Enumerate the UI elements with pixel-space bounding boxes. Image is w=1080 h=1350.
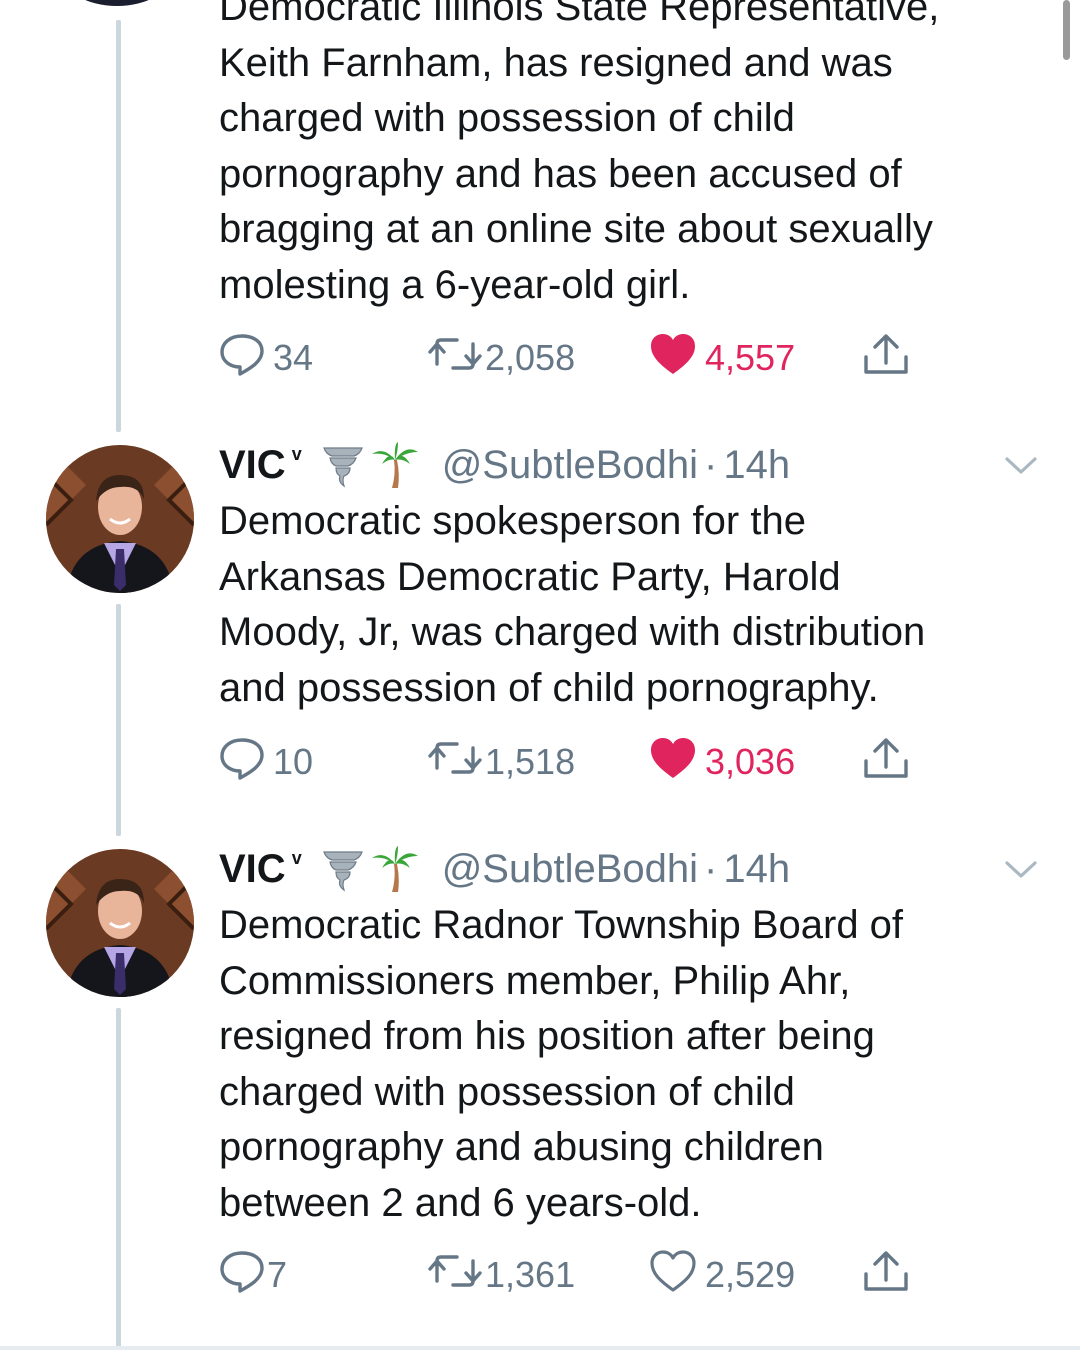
divider: [0, 1346, 1080, 1350]
display-name[interactable]: VIC: [219, 443, 286, 488]
palm-tree-emoji: [370, 440, 420, 490]
display-name[interactable]: VIC: [219, 847, 286, 892]
reply-button[interactable]: 10: [219, 736, 314, 789]
tornado-emoji: [320, 442, 366, 488]
tweet-text: Democratic Illinois State Representative…: [219, 0, 940, 307]
like-button[interactable]: 2,529: [649, 1249, 796, 1302]
like-button[interactable]: 3,036: [649, 736, 796, 789]
retweet-button[interactable]: 2,058: [427, 334, 575, 382]
retweet-icon: [427, 1251, 483, 1300]
avatar-previous[interactable]: [62, 0, 172, 6]
chevron-down-icon[interactable]: [1004, 859, 1038, 881]
retweet-button[interactable]: 1,518: [427, 738, 575, 786]
avatar[interactable]: [46, 849, 194, 997]
tweet-actions: 10 1,518 3,036: [219, 736, 919, 789]
like-button[interactable]: 4,557: [649, 332, 796, 385]
tweet-header: VIC v @SubtleBodhi · 14h: [219, 440, 790, 490]
share-button[interactable]: [861, 1250, 911, 1299]
reply-button[interactable]: 34: [219, 332, 314, 385]
retweet-count: 2,058: [485, 337, 576, 378]
share-button[interactable]: [861, 737, 911, 786]
scrollbar[interactable]: [1063, 0, 1070, 60]
share-icon: [861, 735, 911, 790]
like-count: 3,036: [705, 741, 796, 782]
heart-icon: [649, 332, 697, 385]
tweet-text: Democratic Radnor Township Board of Comm…: [219, 903, 904, 1225]
reply-icon: [219, 736, 265, 789]
separator-dot: ·: [704, 846, 718, 891]
heart-icon: [649, 736, 697, 789]
tweet-actions: 34 2,058 4,557: [219, 332, 919, 385]
reply-button[interactable]: 7: [219, 1249, 288, 1302]
reply-icon: [219, 1249, 265, 1302]
verified-mark: v: [291, 444, 302, 464]
retweet-button[interactable]: 1,361: [427, 1251, 575, 1299]
timestamp[interactable]: 14h: [723, 443, 790, 488]
verified-mark: v: [291, 848, 302, 868]
tweet-actions: 7 1,361 2,529: [219, 1249, 919, 1302]
thread-line: [116, 1008, 121, 1350]
thread-line: [116, 604, 121, 836]
retweet-count: 1,518: [485, 741, 576, 782]
reply-count: 10: [273, 741, 314, 782]
tornado-emoji: [320, 846, 366, 892]
tweet-text: Democratic spokesperson for the Arkansas…: [219, 499, 926, 710]
retweet-icon: [427, 334, 483, 383]
thread-line: [116, 20, 121, 432]
retweet-icon: [427, 738, 483, 787]
user-handle[interactable]: @SubtleBodhi: [442, 443, 698, 488]
tweet-header: VIC v @SubtleBodhi · 14h: [219, 844, 790, 894]
palm-tree-emoji: [370, 844, 420, 894]
like-count: 4,557: [705, 337, 796, 378]
chevron-down-icon[interactable]: [1004, 455, 1038, 477]
reply-icon: [219, 332, 265, 385]
like-count: 2,529: [705, 1254, 796, 1295]
reply-count: 7: [267, 1254, 288, 1295]
heart-icon: [649, 1249, 697, 1302]
separator-dot: ·: [704, 442, 718, 487]
user-handle[interactable]: @SubtleBodhi: [442, 847, 698, 892]
share-icon: [861, 331, 911, 386]
retweet-count: 1,361: [485, 1254, 576, 1295]
avatar[interactable]: [46, 445, 194, 593]
share-button[interactable]: [861, 333, 911, 382]
reply-count: 34: [273, 337, 314, 378]
share-icon: [861, 1248, 911, 1303]
timestamp[interactable]: 14h: [723, 847, 790, 892]
